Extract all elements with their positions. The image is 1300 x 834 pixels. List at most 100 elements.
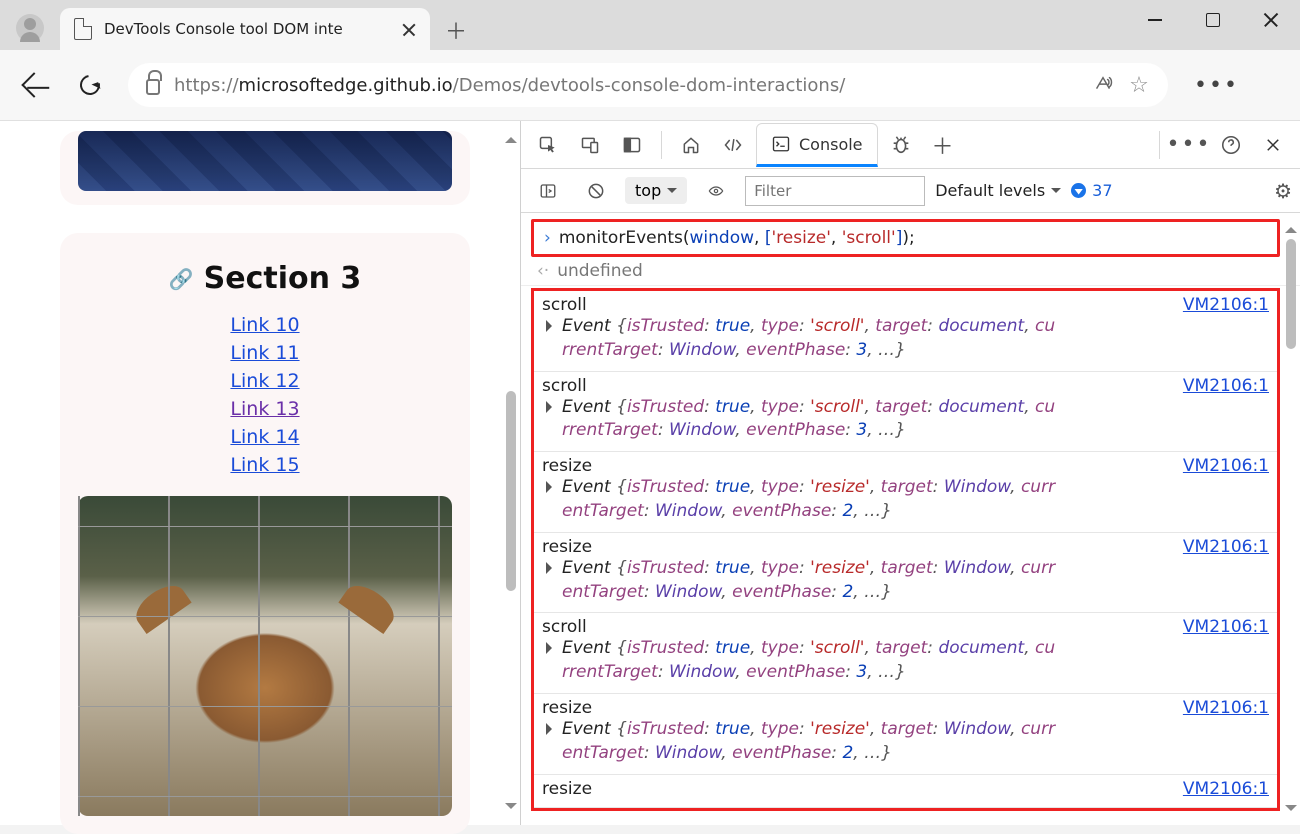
- tab-issues-bug-icon[interactable]: [882, 126, 920, 164]
- log-event-type: scroll: [542, 617, 587, 637]
- back-button[interactable]: [16, 67, 52, 103]
- console-scroll-down-icon[interactable]: [1285, 805, 1297, 817]
- console-settings-icon[interactable]: ⚙: [1274, 179, 1292, 203]
- event-log-list: scrollVM2106:1Event {isTrusted: true, ty…: [531, 288, 1280, 811]
- help-icon[interactable]: [1212, 126, 1250, 164]
- log-levels-selector[interactable]: Default levels: [935, 181, 1061, 200]
- live-expression-icon[interactable]: [697, 172, 735, 210]
- log-event-type: resize: [542, 537, 592, 557]
- browser-tab[interactable]: DevTools Console tool DOM inte: [60, 8, 430, 50]
- expand-triangle-icon[interactable]: [546, 481, 558, 493]
- card-top-image: [60, 131, 470, 205]
- read-aloud-icon[interactable]: [1092, 74, 1114, 96]
- page-pane: 🔗 Section 3 Link 10 Link 11 Link 12 Link 13…: [0, 121, 520, 825]
- scroll-thumb[interactable]: [506, 391, 516, 591]
- dock-side-icon[interactable]: [613, 126, 651, 164]
- browser-toolbar: https://microsoftedge.github.io/Demos/de…: [0, 50, 1300, 120]
- issues-counter[interactable]: 37: [1071, 181, 1112, 200]
- new-tab-button[interactable]: ＋: [436, 10, 476, 50]
- entered-command: monitorEvents(window, ['resize', 'scroll…: [559, 228, 915, 248]
- image-placeholder-top: [78, 131, 452, 191]
- reload-button[interactable]: [72, 67, 108, 103]
- browser-menu-button[interactable]: •••: [1188, 73, 1245, 98]
- page-link[interactable]: Link 12: [230, 370, 299, 392]
- tab-welcome[interactable]: [672, 126, 710, 164]
- page-scrollbar[interactable]: [504, 131, 518, 815]
- links-list: Link 10 Link 11 Link 12 Link 13 Link 14 Link …: [78, 314, 452, 476]
- scroll-down-icon[interactable]: [505, 803, 517, 815]
- page-link[interactable]: Link 15: [230, 454, 299, 476]
- log-source-link[interactable]: VM2106:1: [1183, 295, 1269, 315]
- console-icon: [771, 135, 791, 153]
- page-link[interactable]: Link 13: [230, 398, 299, 420]
- filter-input[interactable]: [745, 176, 925, 206]
- window-controls: [1126, 0, 1300, 40]
- tab-console-label: Console: [799, 135, 863, 154]
- favorite-icon[interactable]: ☆: [1128, 74, 1150, 96]
- expand-triangle-icon[interactable]: [546, 723, 558, 735]
- log-source-link[interactable]: VM2106:1: [1183, 376, 1269, 396]
- close-window-button[interactable]: [1242, 0, 1300, 40]
- tab-console[interactable]: Console: [756, 123, 878, 167]
- console-scroll-up-icon[interactable]: [1285, 221, 1297, 233]
- prompt-caret-icon: ›: [544, 228, 551, 248]
- address-bar[interactable]: https://microsoftedge.github.io/Demos/de…: [128, 63, 1168, 107]
- return-caret-icon: ‹·: [537, 261, 549, 281]
- tab-title: DevTools Console tool DOM inte: [104, 20, 390, 38]
- scroll-up-icon[interactable]: [505, 131, 517, 143]
- expand-triangle-icon[interactable]: [546, 642, 558, 654]
- issue-badge-icon: [1071, 183, 1086, 198]
- console-scrollbar[interactable]: [1284, 221, 1298, 817]
- profile-avatar[interactable]: [16, 14, 44, 42]
- link-icon: 🔗: [169, 267, 194, 291]
- section-heading: 🔗 Section 3: [78, 261, 452, 296]
- content-area: 🔗 Section 3 Link 10 Link 11 Link 12 Link 13…: [0, 120, 1300, 825]
- log-source-link[interactable]: VM2106:1: [1183, 617, 1269, 637]
- tab-elements[interactable]: [714, 126, 752, 164]
- log-source-link[interactable]: VM2106:1: [1183, 698, 1269, 718]
- devtools-close-icon[interactable]: [1254, 126, 1292, 164]
- devtools-menu-button[interactable]: •••: [1170, 126, 1208, 164]
- log-event-type: resize: [542, 698, 592, 718]
- url-text: https://microsoftedge.github.io/Demos/de…: [174, 75, 1078, 96]
- page-link[interactable]: Link 11: [230, 342, 299, 364]
- log-source-link[interactable]: VM2106:1: [1183, 537, 1269, 557]
- log-row: scroll VM2106:1Event {isTrusted: true, ty…: [534, 613, 1277, 694]
- log-event-body[interactable]: Event {isTrusted: true, type: 'scroll', …: [542, 315, 1269, 363]
- context-selector[interactable]: top: [625, 177, 687, 204]
- maximize-button[interactable]: [1184, 0, 1242, 40]
- log-event-body[interactable]: Event {isTrusted: true, type: 'resize', …: [542, 557, 1269, 605]
- log-event-body[interactable]: Event {isTrusted: true, type: 'scroll', …: [542, 396, 1269, 444]
- expand-triangle-icon[interactable]: [546, 401, 558, 413]
- log-event-body[interactable]: Event {isTrusted: true, type: 'scroll', …: [542, 637, 1269, 685]
- console-output: › monitorEvents(window, ['resize', 'scro…: [521, 213, 1300, 825]
- page-link[interactable]: Link 10: [230, 314, 299, 336]
- log-source-link[interactable]: VM2106:1: [1183, 779, 1269, 799]
- log-event-type: scroll: [542, 295, 587, 315]
- expand-triangle-icon[interactable]: [546, 562, 558, 574]
- log-row: resize VM2106:1Event {isTrusted: true, ty…: [534, 533, 1277, 614]
- section-title: Section 3: [204, 261, 362, 296]
- expand-triangle-icon[interactable]: [546, 320, 558, 332]
- log-source-link[interactable]: VM2106:1: [1183, 456, 1269, 476]
- console-filter-bar: top Default levels 37 ⚙: [521, 169, 1300, 213]
- log-row: scroll VM2106:1Event {isTrusted: true, ty…: [534, 291, 1277, 372]
- log-event-body[interactable]: Event {isTrusted: true, type: 'resize', …: [542, 718, 1269, 766]
- log-event-type: resize: [542, 456, 592, 476]
- return-value-row: ‹·undefined: [521, 257, 1300, 286]
- devtools-panel: Console ＋ ••• top Default levels 37 ⚙ ›: [520, 121, 1300, 825]
- device-emulation-icon[interactable]: [571, 126, 609, 164]
- page-link[interactable]: Link 14: [230, 426, 299, 448]
- image-placeholder-deer: [78, 496, 452, 816]
- console-scroll-thumb[interactable]: [1286, 239, 1296, 349]
- sidebar-toggle-icon[interactable]: [529, 172, 567, 210]
- clear-console-icon[interactable]: [577, 172, 615, 210]
- log-row: scrollVM2106:1Event {isTrusted: true, ty…: [534, 372, 1277, 453]
- tab-close-icon[interactable]: [402, 22, 416, 36]
- log-event-body[interactable]: Event {isTrusted: true, type: 'resize', …: [542, 476, 1269, 524]
- minimize-button[interactable]: [1126, 0, 1184, 40]
- inspect-icon[interactable]: [529, 126, 567, 164]
- titlebar: DevTools Console tool DOM inte ＋: [0, 0, 1300, 50]
- tab-add-button[interactable]: ＋: [924, 126, 962, 164]
- log-row: resize VM2106:1Event {isTrusted: true, ty…: [534, 452, 1277, 533]
